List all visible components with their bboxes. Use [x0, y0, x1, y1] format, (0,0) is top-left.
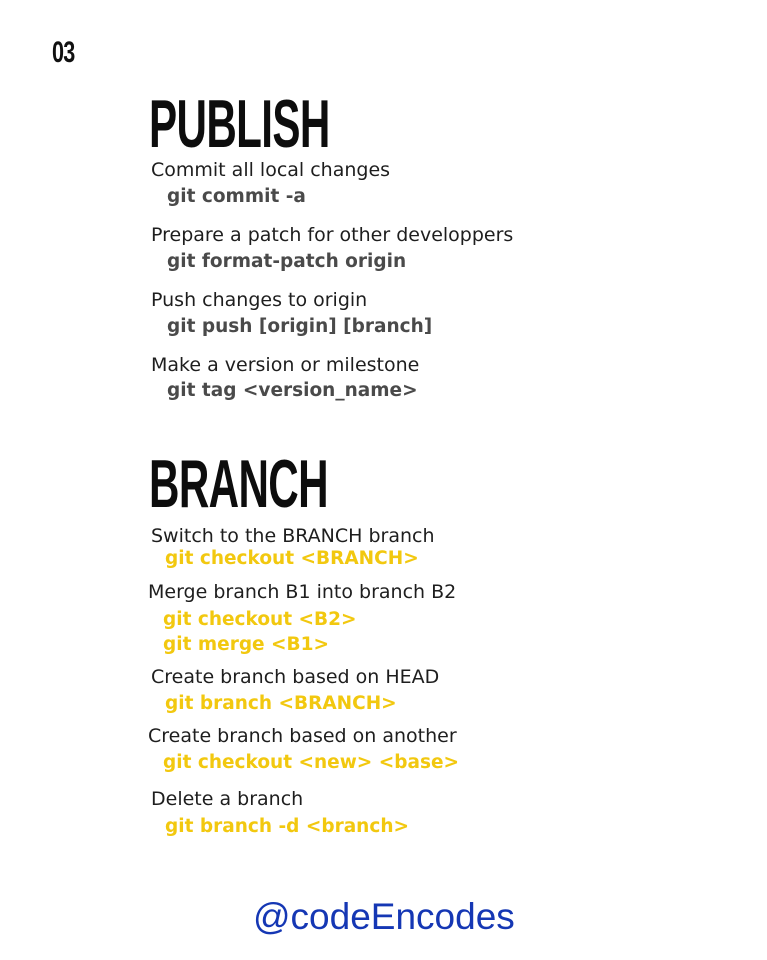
- publish-item-desc: Make a version or milestone: [151, 354, 420, 376]
- branch-item-desc: Delete a branch: [151, 788, 304, 810]
- branch-item-desc: Create branch based on HEAD: [151, 666, 440, 688]
- publish-item-command: git push [origin] [branch]: [167, 316, 433, 337]
- publish-item-command: git format-patch origin: [167, 251, 407, 272]
- branch-item-command: git checkout <new> <base>: [163, 752, 460, 773]
- publish-item-desc: Commit all local changes: [151, 159, 391, 181]
- branch-item-desc: Merge branch B1 into branch B2: [148, 581, 457, 603]
- publish-item-command: git tag <version_name>: [167, 380, 418, 401]
- branch-item-command: git branch <BRANCH>: [165, 693, 397, 714]
- publish-item-command: git commit -a: [167, 186, 306, 207]
- publish-item-desc: Push changes to origin: [151, 289, 368, 311]
- branch-title: BRANCH: [149, 446, 329, 522]
- branch-item-desc: Create branch based on another: [148, 725, 457, 747]
- publish-title: PUBLISH: [149, 86, 330, 162]
- publish-item-desc: Prepare a patch for other developpers: [151, 224, 514, 246]
- branch-item-command: git checkout <BRANCH>: [165, 548, 419, 569]
- branch-item-command: git branch -d <branch>: [165, 816, 409, 837]
- branch-item-command: git merge <B1>: [163, 634, 330, 655]
- branch-item-desc: Switch to the BRANCH branch: [151, 525, 435, 547]
- page-number: 03: [52, 36, 75, 69]
- author-handle: @codeEncodes: [253, 896, 515, 937]
- branch-item-command: git checkout <B2>: [163, 609, 357, 630]
